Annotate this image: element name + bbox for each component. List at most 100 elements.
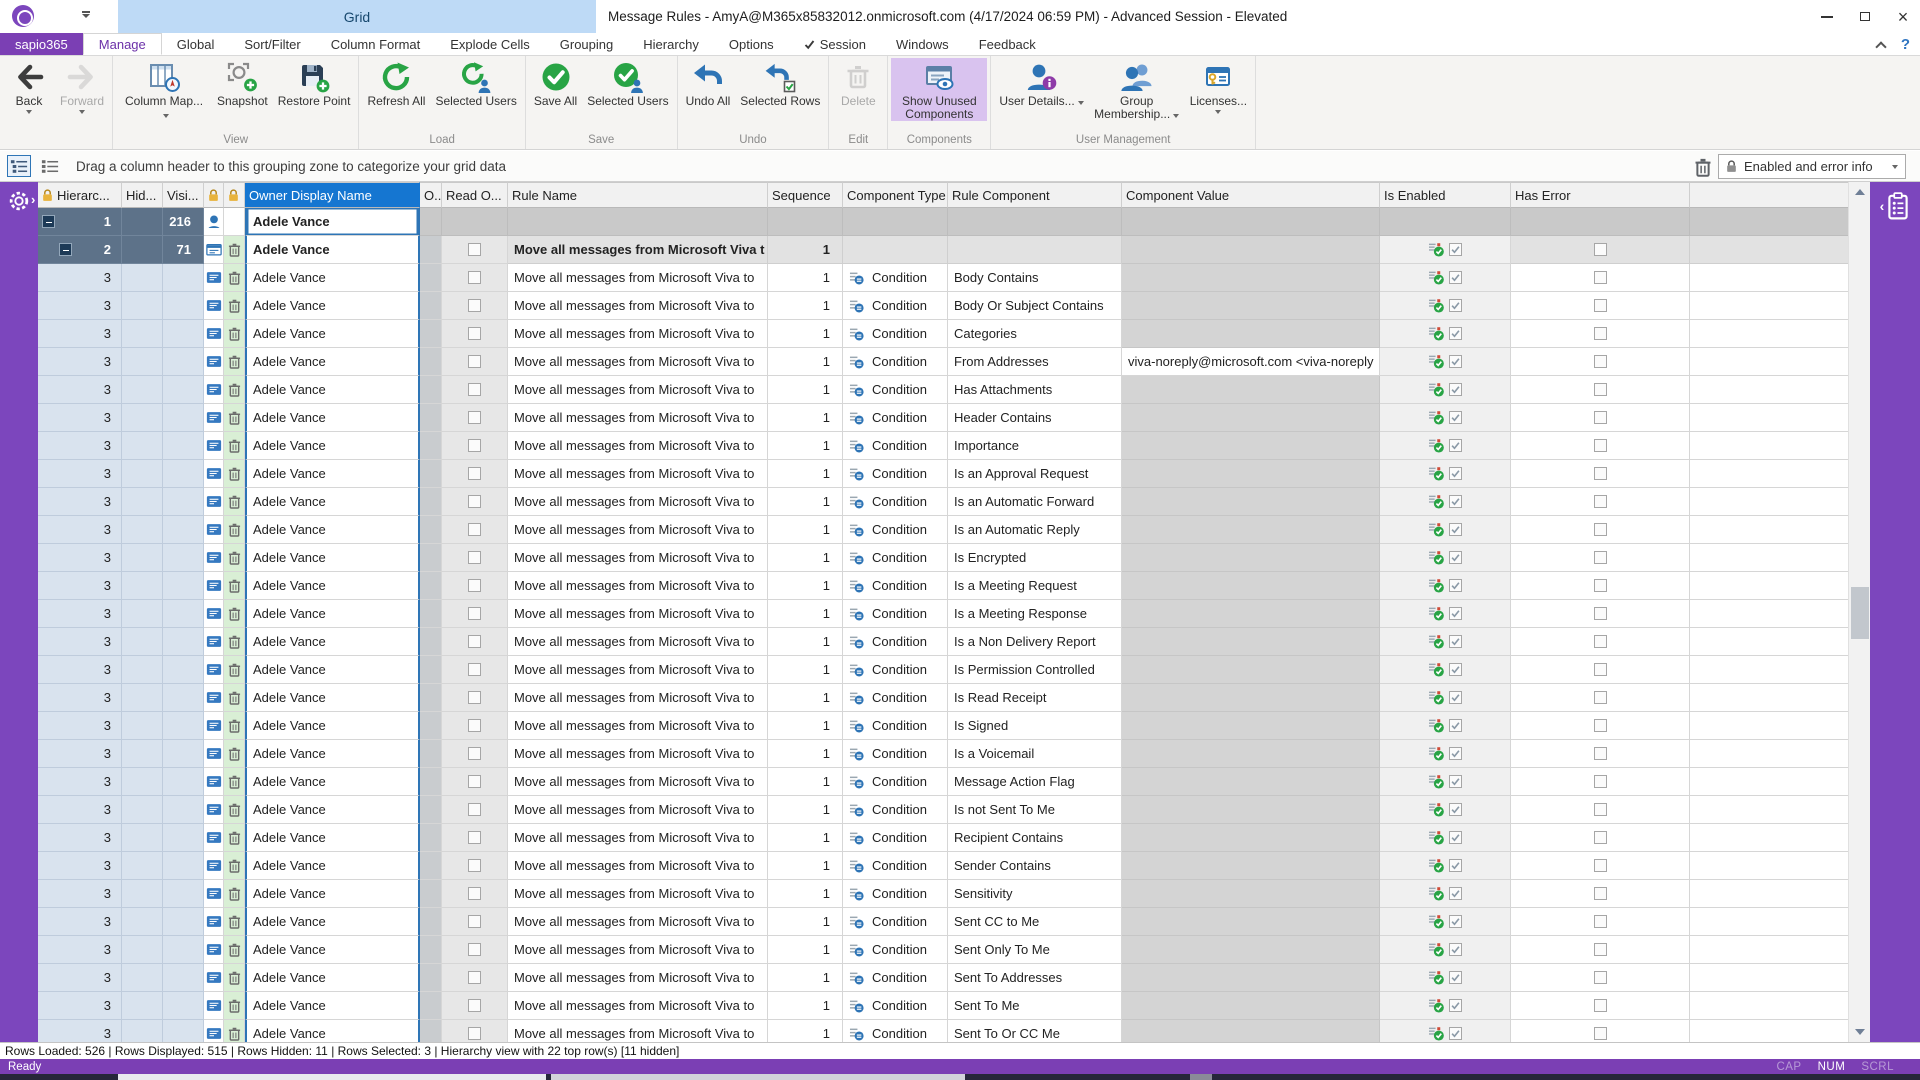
cell-ica[interactable] [204, 320, 224, 348]
checkbox[interactable] [1593, 439, 1607, 452]
cell-cval[interactable] [1122, 796, 1380, 824]
cell-owner[interactable]: Adele Vance [245, 320, 420, 348]
tab-feedback[interactable]: Feedback [964, 33, 1051, 55]
table-row[interactable]: 3 Adele Vance Move all messages from Micro… [38, 516, 1848, 544]
cell-ctype[interactable]: Condition [843, 488, 948, 516]
cell-ctype[interactable]: Condition [843, 376, 948, 404]
cell-read[interactable] [442, 824, 508, 852]
cell-cval[interactable] [1122, 516, 1380, 544]
cell-haserr[interactable] [1511, 432, 1690, 460]
cell-visi[interactable] [163, 264, 204, 292]
checkbox[interactable] [468, 299, 481, 312]
cell-read[interactable] [442, 852, 508, 880]
cell-cval[interactable] [1122, 544, 1380, 572]
cell-o[interactable] [420, 376, 442, 404]
cell-hier[interactable]: 3 [38, 320, 122, 348]
cell-haserr[interactable] [1511, 684, 1690, 712]
cell-haserr[interactable] [1511, 656, 1690, 684]
cell-rcomp[interactable]: Recipient Contains [948, 824, 1122, 852]
column-header-isen[interactable]: Is Enabled [1380, 182, 1511, 208]
cell-fill[interactable] [1690, 964, 1848, 992]
checkbox[interactable] [1449, 327, 1462, 340]
cell-rcomp[interactable]: Is an Automatic Reply [948, 516, 1122, 544]
cell-owner[interactable]: Adele Vance [245, 460, 420, 488]
view-selector-dropdown[interactable]: Enabled and error info [1718, 154, 1906, 179]
cell-hid[interactable] [122, 684, 163, 712]
cell-cval[interactable] [1122, 264, 1380, 292]
ribbon-button-restore-point[interactable]: Restore Point [273, 58, 356, 108]
table-row[interactable]: 3 Adele Vance Move all messages from Micro… [38, 880, 1848, 908]
checkbox[interactable] [1593, 607, 1607, 620]
cell-visi[interactable] [163, 992, 204, 1020]
cell-hier[interactable]: 3 [38, 404, 122, 432]
cell-ica[interactable] [204, 1020, 224, 1042]
cell-seq[interactable]: 1 [768, 824, 843, 852]
checkbox[interactable] [1449, 383, 1462, 396]
cell-owner[interactable]: Adele Vance [245, 880, 420, 908]
cell-fill[interactable] [1690, 852, 1848, 880]
cell-icb[interactable] [224, 236, 245, 264]
column-header-hid[interactable]: Hid... [122, 182, 163, 208]
cell-visi[interactable] [163, 768, 204, 796]
cell-o[interactable] [420, 880, 442, 908]
cell-o[interactable] [420, 740, 442, 768]
cell-rcomp[interactable]: Importance [948, 432, 1122, 460]
cell-icb[interactable] [224, 544, 245, 572]
cell-rcomp[interactable]: From Addresses [948, 348, 1122, 376]
cell-rule[interactable] [508, 208, 768, 236]
checkbox[interactable] [1449, 243, 1462, 256]
tab-grouping[interactable]: Grouping [545, 33, 628, 55]
cell-hid[interactable] [122, 572, 163, 600]
table-row[interactable]: 3 Adele Vance Move all messages from Micro… [38, 656, 1848, 684]
cell-rcomp[interactable]: Sent CC to Me [948, 908, 1122, 936]
checkbox[interactable] [1449, 495, 1462, 508]
cell-o[interactable] [420, 236, 442, 264]
cell-hid[interactable] [122, 264, 163, 292]
cell-hier[interactable]: 3 [38, 600, 122, 628]
checkbox[interactable] [1449, 411, 1462, 424]
table-row[interactable]: 3 Adele Vance Move all messages from Micro… [38, 348, 1848, 376]
tab-sapio365[interactable]: sapio365 [0, 33, 83, 55]
cell-read[interactable] [442, 880, 508, 908]
column-header-ctype[interactable]: Component Type [843, 182, 948, 208]
cell-isen[interactable] [1380, 936, 1511, 964]
cell-fill[interactable] [1690, 264, 1848, 292]
checkbox[interactable] [468, 663, 481, 676]
cell-ctype[interactable]: Condition [843, 740, 948, 768]
cell-seq[interactable]: 1 [768, 936, 843, 964]
cell-ica[interactable] [204, 376, 224, 404]
tab-options[interactable]: Options [714, 33, 789, 55]
table-row[interactable]: 3 Adele Vance Move all messages from Micro… [38, 852, 1848, 880]
cell-owner[interactable]: Adele Vance [245, 544, 420, 572]
quick-access-caret-icon[interactable] [82, 11, 90, 18]
cell-o[interactable] [420, 432, 442, 460]
cell-visi[interactable] [163, 796, 204, 824]
cell-visi[interactable] [163, 488, 204, 516]
cell-ica[interactable] [204, 712, 224, 740]
cell-cval[interactable] [1122, 880, 1380, 908]
cell-hier[interactable]: 3 [38, 768, 122, 796]
cell-isen[interactable] [1380, 460, 1511, 488]
cell-fill[interactable] [1690, 600, 1848, 628]
checkbox[interactable] [1449, 887, 1462, 900]
checkbox[interactable] [468, 943, 481, 956]
checkbox[interactable] [1593, 663, 1607, 676]
column-header-rule[interactable]: Rule Name [508, 182, 768, 208]
cell-haserr[interactable] [1511, 572, 1690, 600]
close-button[interactable]: × [1896, 8, 1910, 26]
cell-seq[interactable]: 1 [768, 768, 843, 796]
cell-hier[interactable]: 3 [38, 292, 122, 320]
checkbox[interactable] [468, 691, 481, 704]
ribbon-button-save-all[interactable]: Save All [529, 58, 582, 108]
table-row[interactable]: 3 Adele Vance Move all messages from Micro… [38, 1020, 1848, 1042]
cell-rule[interactable]: Move all messages from Microsoft Viva to [508, 992, 768, 1020]
cell-haserr[interactable] [1511, 488, 1690, 516]
cell-ctype[interactable]: Condition [843, 824, 948, 852]
checkbox[interactable] [1449, 355, 1462, 368]
cell-rule[interactable]: Move all messages from Microsoft Viva to [508, 824, 768, 852]
table-row[interactable]: 3 Adele Vance Move all messages from Micro… [38, 908, 1848, 936]
tab-manage[interactable]: Manage [82, 33, 162, 55]
cell-seq[interactable]: 1 [768, 320, 843, 348]
cell-o[interactable] [420, 936, 442, 964]
cell-read[interactable] [442, 264, 508, 292]
